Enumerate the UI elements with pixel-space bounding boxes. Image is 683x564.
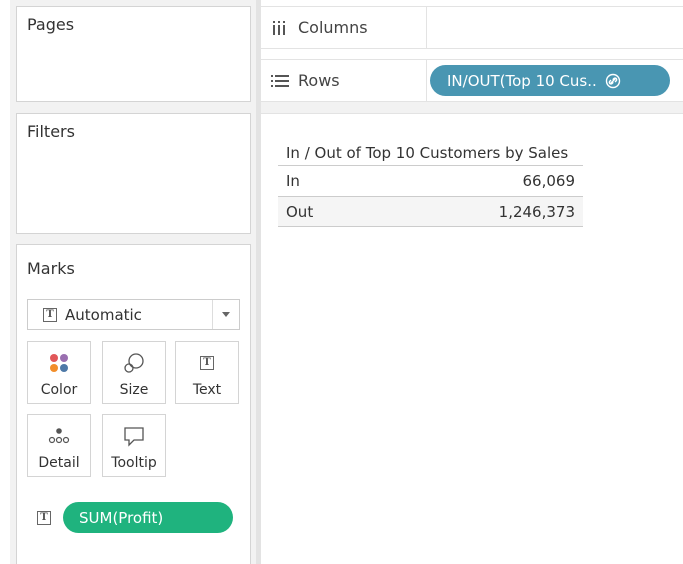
detail-button[interactable]: Detail — [27, 414, 91, 477]
rows-shelf[interactable]: Rows IN/OUT(Top 10 Cus.. — [261, 59, 683, 102]
pages-card-title: Pages — [27, 15, 75, 34]
mark-type-label: Automatic — [65, 305, 142, 324]
tooltip-icon — [122, 421, 146, 451]
text-encoding-icon[interactable]: T — [37, 510, 51, 525]
sum-profit-pill-label: SUM(Profit) — [79, 508, 164, 527]
detail-icon — [47, 421, 71, 451]
detail-button-label: Detail — [38, 455, 80, 471]
size-button[interactable]: Size — [102, 341, 166, 404]
columns-shelf-separator — [426, 7, 427, 48]
marks-card: Marks T Automatic Color Size T Text Deta… — [16, 244, 251, 564]
rows-shelf-label-group: Rows — [271, 60, 340, 101]
pages-card[interactable]: Pages — [16, 6, 251, 102]
filters-card[interactable]: Filters — [16, 113, 251, 234]
marks-field-row: T SUM(Profit) — [37, 502, 233, 533]
text-icon: T — [200, 348, 214, 378]
color-button[interactable]: Color — [27, 341, 91, 404]
rows-shelf-label: Rows — [298, 71, 340, 90]
size-icon — [122, 348, 146, 378]
row-label-in[interactable]: In — [286, 172, 300, 190]
row-header-title[interactable]: In / Out of Top 10 Customers by Sales — [278, 141, 583, 165]
rows-shelf-separator — [426, 60, 427, 101]
in-out-top10-pill-label: IN/OUT(Top 10 Cus.. — [447, 71, 597, 90]
sum-profit-pill[interactable]: SUM(Profit) — [63, 502, 233, 533]
text-button-label: Text — [192, 382, 222, 398]
in-out-top10-pill[interactable]: IN/OUT(Top 10 Cus.. — [430, 65, 670, 96]
color-button-label: Color — [40, 382, 78, 398]
columns-shelf-label-group: Columns — [271, 7, 368, 48]
mark-type-dropdown[interactable]: T Automatic — [27, 299, 240, 330]
marks-card-title: Marks — [27, 259, 75, 278]
row-label-out[interactable]: Out — [286, 203, 313, 221]
row-value-out[interactable]: 1,246,373 — [499, 203, 575, 221]
filters-card-title: Filters — [27, 122, 75, 141]
size-button-label: Size — [119, 382, 149, 398]
link-icon — [605, 73, 621, 89]
row-value-in[interactable]: 66,069 — [523, 172, 576, 190]
table-row[interactable]: Out 1,246,373 — [278, 196, 583, 227]
view-canvas[interactable]: In / Out of Top 10 Customers by Sales In… — [261, 113, 683, 564]
tooltip-button[interactable]: Tooltip — [102, 414, 166, 477]
color-icon — [48, 348, 70, 378]
columns-shelf[interactable]: Columns — [261, 6, 683, 49]
columns-shelf-label: Columns — [298, 18, 368, 37]
side-cards-area: Pages Filters Marks T Automatic Color Si… — [10, 0, 256, 564]
chevron-down-icon[interactable] — [212, 300, 239, 329]
table-row[interactable]: In 66,069 — [278, 165, 583, 196]
text-mark-icon: T — [43, 307, 57, 322]
columns-icon — [271, 20, 289, 36]
rows-icon — [271, 74, 289, 88]
canvas-separator — [261, 102, 683, 113]
text-button[interactable]: T Text — [175, 341, 239, 404]
tooltip-button-label: Tooltip — [111, 455, 157, 471]
crosstab-table: In / Out of Top 10 Customers by Sales In… — [278, 141, 583, 227]
